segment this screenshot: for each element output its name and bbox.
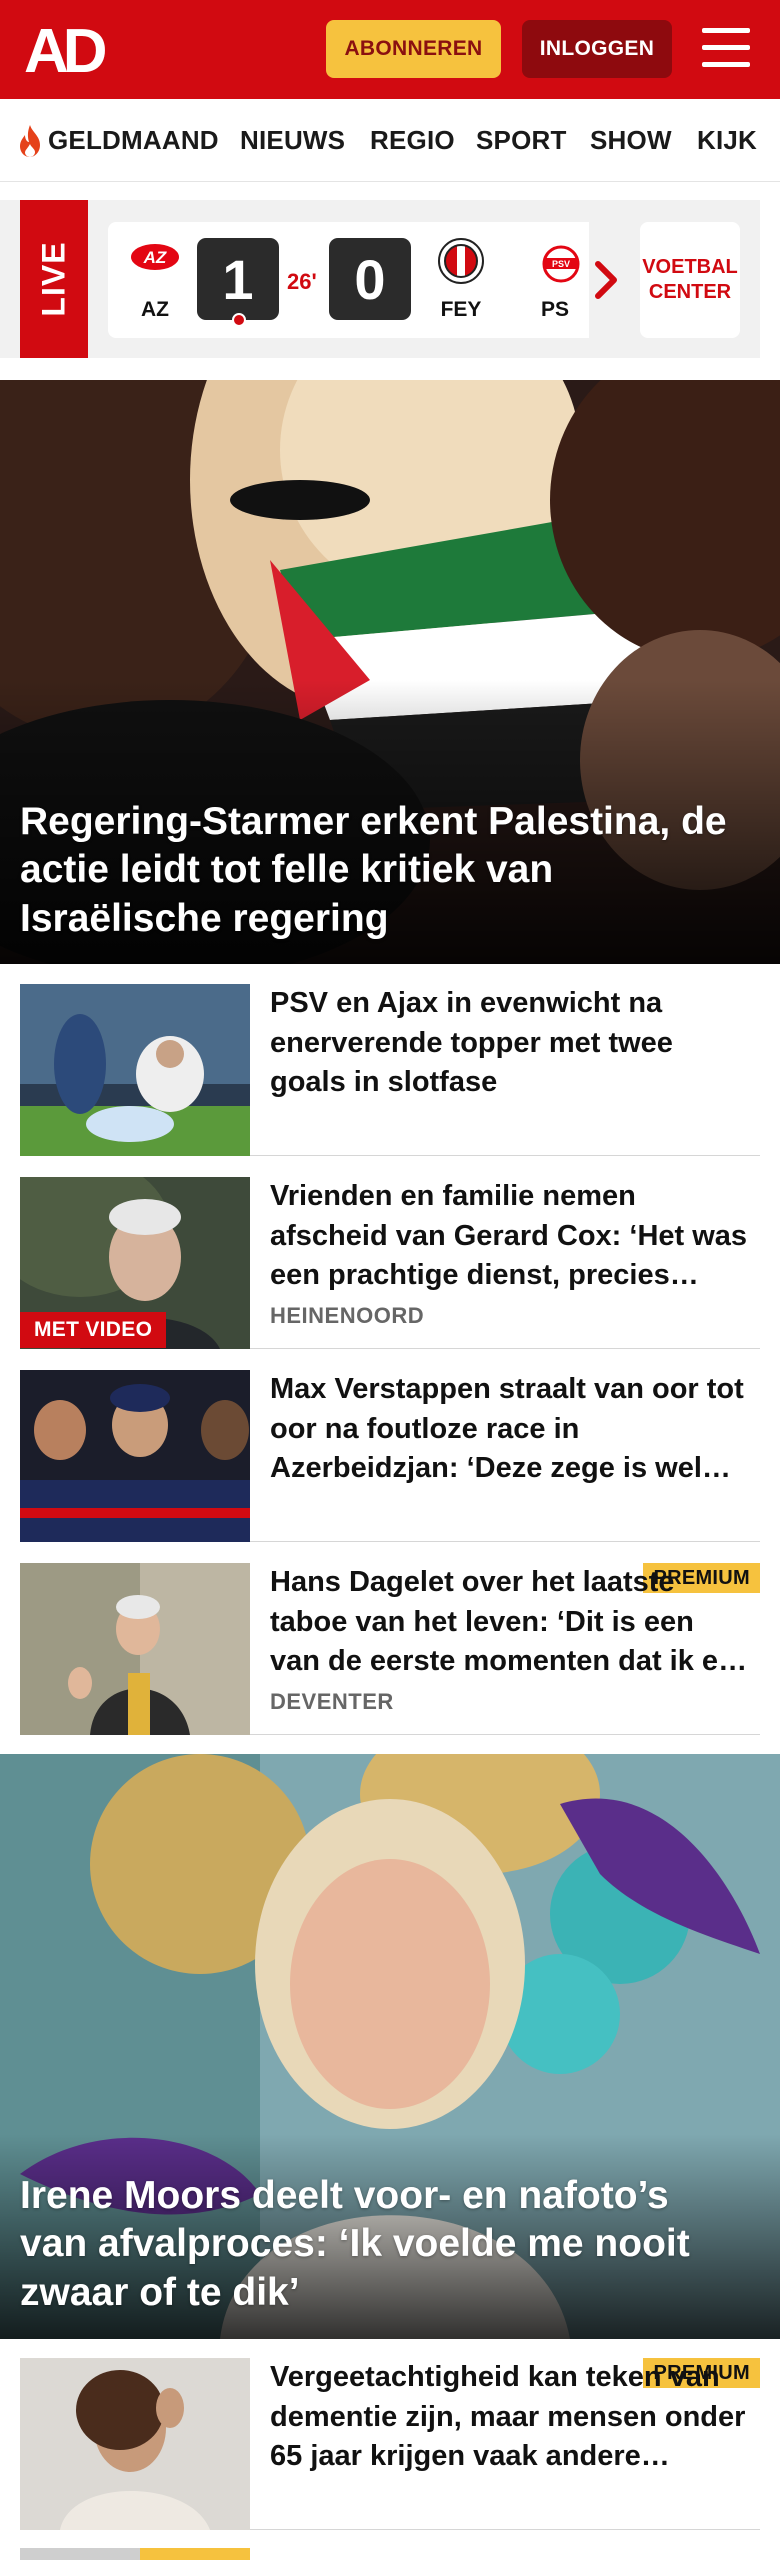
home-team-abbr: AZ	[141, 298, 169, 321]
team-home: AZ AZ	[120, 222, 190, 338]
hero-article-palestina[interactable]: Regering-Starmer erkent Palestina, de ac…	[0, 380, 780, 964]
hamburger-menu-icon[interactable]	[700, 24, 752, 72]
away-team-abbr: FEY	[440, 298, 482, 321]
article-thumbnail	[20, 1370, 250, 1542]
article-verstappen[interactable]: Max Verstappen straalt van oor tot oor n…	[20, 1370, 760, 1542]
svg-text:PSV: PSV	[552, 259, 570, 269]
next-article-thumbnail-partial	[20, 2548, 250, 2560]
nav-label-geldmaand: GELDMAAND	[48, 125, 219, 155]
flame-icon	[20, 124, 40, 157]
top-header: AD ABONNEREN INLOGGEN	[0, 0, 780, 99]
chevron-right-icon[interactable]	[592, 258, 622, 302]
article-location: HEINENOORD	[270, 1303, 425, 1328]
match-card-az-fey[interactable]: AZ AZ 1 26' 0 FEY	[108, 222, 550, 338]
feyenoord-logo-icon	[438, 238, 484, 284]
article-title[interactable]: PSV en Ajax in evenwicht na enerverende …	[270, 984, 750, 1103]
logo-text: AD	[24, 22, 106, 78]
hero-article-irene-moors[interactable]: Irene Moors deelt voor- en nafoto’s van …	[0, 1754, 780, 2339]
nav-item-nieuws[interactable]: NIEUWS	[240, 99, 345, 181]
psv-logo-icon: PSV	[542, 245, 580, 283]
article-gerard-cox[interactable]: MET VIDEO Vrienden en familie nemen afsc…	[20, 1177, 760, 1349]
article-title[interactable]: Hans Dagelet over het laatste taboe van …	[270, 1563, 750, 1682]
video-badge: MET VIDEO	[20, 1312, 167, 1348]
live-label: LIVE	[35, 241, 72, 317]
nav-item-sport[interactable]: SPORT	[476, 99, 567, 181]
login-button[interactable]: INLOGGEN	[522, 20, 672, 78]
article-title[interactable]: Vrienden en familie nemen afscheid van G…	[270, 1177, 750, 1296]
article-psv-ajax[interactable]: PSV en Ajax in evenwicht na enerverende …	[20, 984, 760, 1156]
az-logo-icon: AZ	[131, 244, 179, 270]
ad-logo[interactable]: AD	[24, 22, 116, 78]
nav-item-geldmaand[interactable]: GELDMAAND	[16, 99, 219, 181]
home-score: 1	[197, 238, 279, 320]
article-dementie[interactable]: PREMIUM Vergeetachtigheid kan teken van …	[20, 2358, 760, 2530]
hero-title[interactable]: Regering-Starmer erkent Palestina, de ac…	[20, 798, 744, 943]
match-minute: 26'	[287, 269, 317, 294]
live-badge: LIVE	[20, 200, 88, 358]
article-thumbnail	[20, 2358, 250, 2530]
hero-title[interactable]: Irene Moors deelt voor- en nafoto’s van …	[20, 2172, 744, 2317]
article-title[interactable]: Vergeetachtigheid kan teken van dementie…	[270, 2358, 750, 2477]
away-score: 0	[329, 238, 411, 320]
nav-item-regio[interactable]: REGIO	[370, 99, 455, 181]
subscribe-button[interactable]: ABONNEREN	[326, 20, 501, 78]
article-hans-dagelet[interactable]: PREMIUM Hans Dagelet over het laatste ta…	[20, 1563, 760, 1735]
voetbal-center-button[interactable]: VOETBAL CENTER	[640, 222, 740, 338]
match-card-next[interactable]: PSV PS	[519, 222, 589, 338]
nav-item-show[interactable]: SHOW	[590, 99, 672, 181]
article-thumbnail	[20, 984, 250, 1156]
article-title[interactable]: Max Verstappen straalt van oor tot oor n…	[270, 1370, 750, 1489]
article-location: DEVENTER	[270, 1689, 394, 1714]
svg-text:AZ: AZ	[143, 248, 167, 267]
main-nav: GELDMAAND NIEUWS REGIO SPORT SHOW KIJK	[0, 99, 780, 182]
team-away: FEY	[426, 222, 496, 338]
article-thumbnail	[20, 1563, 250, 1735]
live-goal-indicator	[232, 313, 246, 327]
nav-item-kijk[interactable]: KIJK	[697, 99, 757, 181]
next-team-abbr: PS	[541, 298, 570, 321]
